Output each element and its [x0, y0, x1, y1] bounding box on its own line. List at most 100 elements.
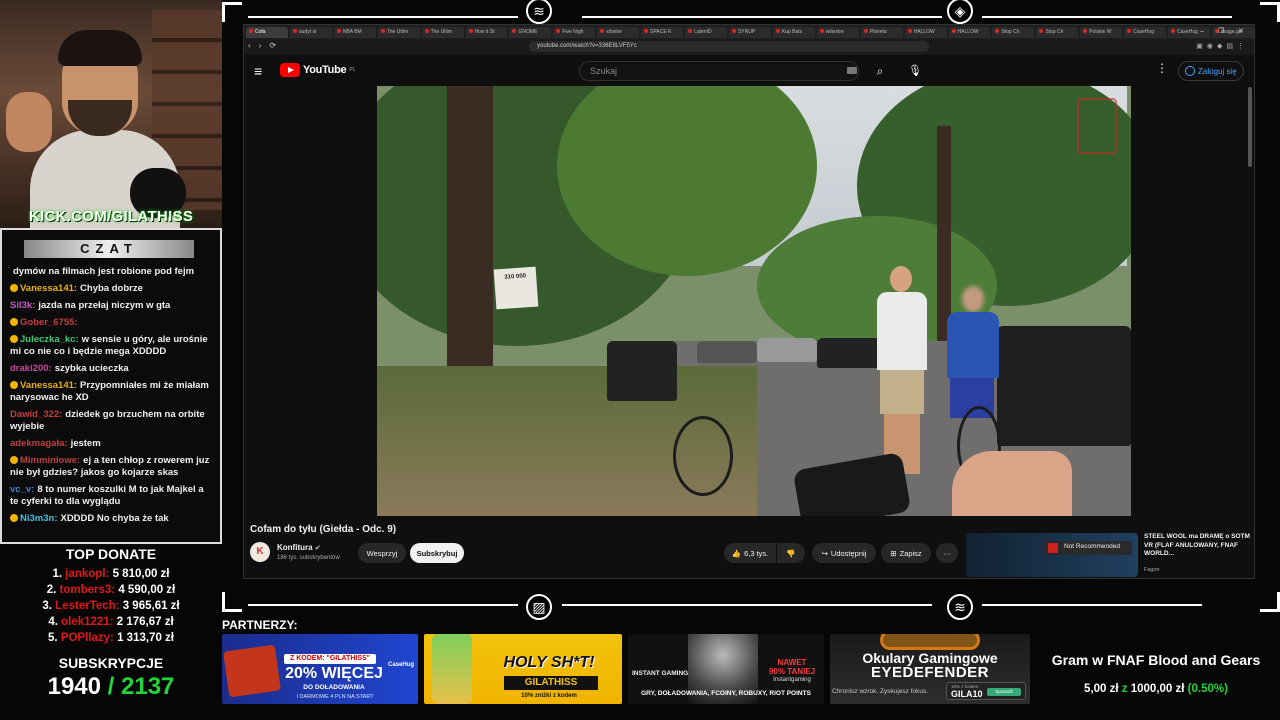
chat-username[interactable]: draki200:	[10, 363, 52, 374]
extension-icons[interactable]: ▣◉◆▤⋮	[1196, 42, 1248, 50]
video-sign: 310 000	[493, 266, 539, 310]
ad-eye-code-box: 10% z kodem: GILA10 Sprawdź	[946, 682, 1026, 700]
browser-tab[interactable]: LatentD	[685, 26, 727, 38]
page-scrollbar[interactable]	[1248, 87, 1252, 167]
browser-tab[interactable]: SYRUP	[728, 26, 771, 38]
donation-rank: 3.	[42, 600, 52, 612]
browser-tab-label: The Ultim	[430, 28, 453, 35]
frame-corner-bl	[222, 592, 242, 612]
chat-username[interactable]: Vanessa141:	[20, 283, 77, 294]
browser-tab[interactable]: Kup Bats	[772, 26, 815, 38]
chat-username[interactable]: Dawid_322:	[10, 409, 62, 420]
search-input[interactable]: Szukaj	[579, 61, 859, 81]
video-player[interactable]: 310 000	[377, 86, 1131, 516]
more-actions-button[interactable]: ···	[936, 543, 958, 563]
youtube-logo-text: YouTube	[303, 64, 347, 76]
tab-favicon-icon	[424, 28, 429, 33]
browser-tab[interactable]: CaseHug	[1124, 26, 1167, 38]
chat-username[interactable]: Sil3k:	[10, 300, 35, 311]
chat-message: dymów na filmach jest robione pod fejm	[10, 266, 214, 278]
chat-username[interactable]: Vanessa141:	[20, 380, 77, 391]
subscribe-button[interactable]: Subskrybuj	[410, 543, 464, 563]
browser-tab[interactable]: The Ultim	[377, 26, 420, 38]
browser-tab-label: Kup Bats	[781, 28, 803, 35]
browser-tab[interactable]: NBA BM	[333, 26, 376, 38]
browser-tab[interactable]: HALLOW	[904, 26, 947, 38]
tab-favicon-icon	[468, 28, 473, 33]
url-field[interactable]: youtube.com/watch?v=336E8LVF5Yc	[529, 41, 929, 52]
channel-avatar[interactable]: K	[250, 542, 270, 562]
chat-text: jazda na przełaj niczym w gta	[38, 300, 171, 311]
youtube-region: PL	[349, 67, 356, 73]
youtube-logo[interactable]: YouTube PL	[280, 63, 355, 77]
browser-tab[interactable]: Polskie W	[1080, 26, 1123, 38]
chat-username[interactable]: Juleczka_kc:	[20, 334, 79, 345]
not-recommended-label: Not Recommended	[1064, 543, 1120, 550]
donation-name: tombers3:	[59, 584, 116, 596]
browser-tab[interactable]: The Ultim	[421, 26, 464, 38]
video-watermark	[1077, 98, 1117, 154]
chat-badge-icon	[10, 456, 18, 464]
browser-tab-label: HALLOW	[913, 28, 935, 35]
browser-tab[interactable]: Stop Ch	[1036, 26, 1079, 38]
browser-tab-label: HALLOW	[957, 28, 979, 35]
share-button[interactable]: ↪ Udostępnij	[812, 543, 876, 563]
support-button[interactable]: Wesprzyj	[358, 543, 406, 563]
chat-username[interactable]: adekmagała:	[10, 438, 68, 449]
browser-tab[interactable]: Stop Ch	[992, 26, 1035, 38]
tab-favicon-icon	[688, 28, 693, 33]
streamer-logo-icon: ≋	[526, 0, 552, 24]
browser-tab[interactable]: audyt ol	[289, 26, 332, 38]
subs-title: SUBSKRYPCJE	[58, 655, 164, 671]
browser-tab[interactable]: Planeta	[860, 26, 903, 38]
browser-tab[interactable]: Cofa	[246, 26, 288, 38]
browser-tab[interactable]: s/twiter	[597, 26, 640, 38]
tab-favicon-icon	[863, 28, 868, 33]
donation-row: 5. POPllazy: 1 313,70 zł	[0, 630, 222, 646]
tab-favicon-icon	[775, 28, 780, 33]
chat-username[interactable]: Mimminiowe:	[20, 455, 80, 466]
browser-tab[interactable]: How it St	[465, 26, 508, 38]
browser-tab-bar: Cofa audyt ol NBA BM The Ultim The Ultim How …	[244, 25, 1254, 39]
webcam-person-hand	[6, 92, 52, 152]
browser-tab[interactable]: wiliextre	[816, 26, 859, 38]
save-button[interactable]: ⊞ Zapisz	[881, 543, 931, 563]
tab-favicon-icon	[731, 28, 736, 33]
suggested-video-channel[interactable]: Fagon	[1144, 567, 1160, 573]
microphone-icon[interactable]: 🎙	[905, 61, 925, 81]
donation-rank: 4.	[48, 616, 58, 628]
window-controls[interactable]: – ❐ ✕	[1200, 27, 1250, 35]
dislike-button[interactable]: 👎	[777, 543, 805, 563]
nav-buttons[interactable]: ‹›⟳	[248, 41, 284, 50]
chat-text: Chyba dobrze	[80, 283, 143, 294]
chat-username[interactable]: Ni3m3n:	[20, 513, 57, 524]
video-bicycle	[673, 416, 733, 496]
webcam-person-hair	[58, 30, 142, 66]
video-title: Cofam do tyłu (Giełda - Odc. 9)	[250, 524, 397, 535]
browser-tab-label: SPACE K	[650, 28, 672, 35]
browser-window: Cofa audyt ol NBA BM The Ultim The Ultim How …	[243, 24, 1255, 579]
search-icon[interactable]: ⌕	[867, 61, 893, 81]
channel-name[interactable]: Konfitura ✔	[277, 543, 321, 552]
more-options-icon[interactable]: ⋮	[1156, 61, 1168, 75]
browser-tab-label: Polskie W	[1089, 28, 1112, 35]
donation-name: LesterTech:	[55, 600, 120, 612]
browser-tab[interactable]: HALLOW	[948, 26, 991, 38]
chat-message: Dawid_322: dziedek go brzuchem na orbite …	[10, 409, 214, 433]
browser-tab[interactable]: GNOME	[509, 26, 552, 38]
hamburger-menu-icon[interactable]: ≡	[254, 63, 262, 79]
browser-tab-label: audyt ol	[298, 28, 317, 35]
browser-tab[interactable]: Five Nigh	[553, 26, 596, 38]
browser-tab-label: s/twiter	[606, 28, 623, 35]
sign-in-button[interactable]: Zaloguj się	[1178, 61, 1244, 81]
suggested-video-title[interactable]: STEEL WOOL ma DRAMĘ o SOTM VR (FLAF ANUL…	[1144, 533, 1252, 559]
browser-tab-label: SYRUP	[737, 28, 756, 35]
account-icon	[1185, 66, 1195, 76]
browser-tab[interactable]: SPACE K	[641, 26, 684, 38]
keyboard-icon[interactable]	[847, 67, 857, 74]
frame-line	[982, 16, 1232, 18]
chat-username[interactable]: vc_v:	[10, 484, 34, 495]
suggested-video-thumbnail[interactable]: Not Recommended	[966, 533, 1138, 577]
like-button[interactable]: 👍 6,3 tys.	[724, 543, 776, 563]
chat-username[interactable]: Gober_6755:	[20, 317, 78, 328]
